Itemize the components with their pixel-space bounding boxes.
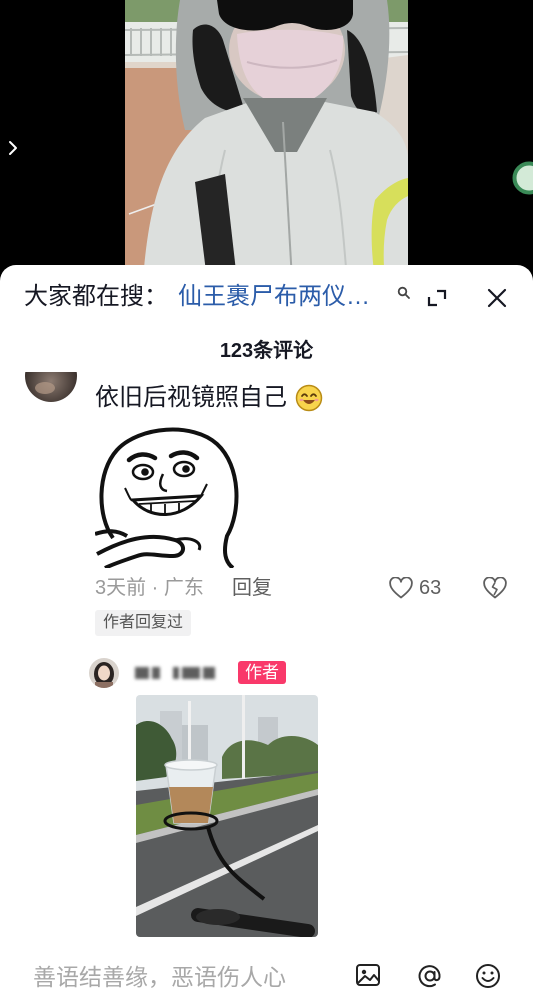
avatar[interactable] bbox=[25, 372, 77, 402]
author-badge: 作者 bbox=[238, 661, 286, 684]
comment-time-location: 3天前 · 广东 bbox=[95, 577, 204, 599]
drink bbox=[169, 787, 213, 823]
reply-button[interactable]: 回复 bbox=[232, 575, 272, 601]
video-frame[interactable] bbox=[125, 0, 408, 280]
comment-count-title: 123条评论 bbox=[219, 340, 314, 362]
like-count: 63 bbox=[419, 577, 442, 599]
heart-outline-icon[interactable] bbox=[389, 577, 413, 599]
emoji-icon[interactable] bbox=[474, 962, 502, 993]
broken-heart-icon[interactable] bbox=[483, 577, 507, 599]
lamp-post bbox=[242, 695, 245, 787]
chevron-right-icon[interactable] bbox=[5, 139, 21, 157]
comment-panel: 大家都在搜： 仙王裹尸布两仪… 123条评论 依旧后视镜照自己 3天前 · 广东… bbox=[0, 265, 533, 993]
handle-grip bbox=[196, 909, 240, 925]
comment-input-bar[interactable]: 善语结善缘，恶语伤人心 bbox=[0, 953, 533, 993]
author-replied-badge: 作者回复过 bbox=[95, 610, 192, 636]
reply-avatar[interactable] bbox=[89, 658, 119, 688]
green-ring-icon[interactable] bbox=[511, 160, 533, 196]
search-suggestion-link[interactable]: 仙王裹尸布两仪… bbox=[178, 283, 370, 311]
at-icon[interactable] bbox=[416, 962, 444, 993]
image-icon[interactable] bbox=[355, 963, 381, 987]
search-icon[interactable] bbox=[397, 286, 411, 300]
collapse-icon[interactable] bbox=[426, 287, 448, 309]
cup-lid bbox=[164, 759, 218, 771]
smile-emoji-icon bbox=[295, 384, 323, 412]
close-icon[interactable] bbox=[486, 287, 508, 309]
meme-sticker[interactable] bbox=[95, 420, 242, 568]
comment-input[interactable]: 善语结善缘，恶语伤人心 bbox=[33, 962, 286, 993]
phone-screen: 大家都在搜： 仙王裹尸布两仪… 123条评论 依旧后视镜照自己 3天前 · 广东… bbox=[0, 0, 533, 993]
building bbox=[182, 725, 208, 761]
comment-list[interactable]: 依旧后视镜照自己 3天前 · 广东 回复 63 作者回复过 作者 bbox=[0, 372, 533, 953]
reply-photo[interactable] bbox=[136, 695, 318, 937]
comment-text[interactable]: 依旧后视镜照自己 bbox=[95, 384, 287, 412]
reply-username-blurred[interactable] bbox=[135, 665, 225, 681]
search-suggestion-prefix: 大家都在搜： bbox=[24, 283, 168, 310]
